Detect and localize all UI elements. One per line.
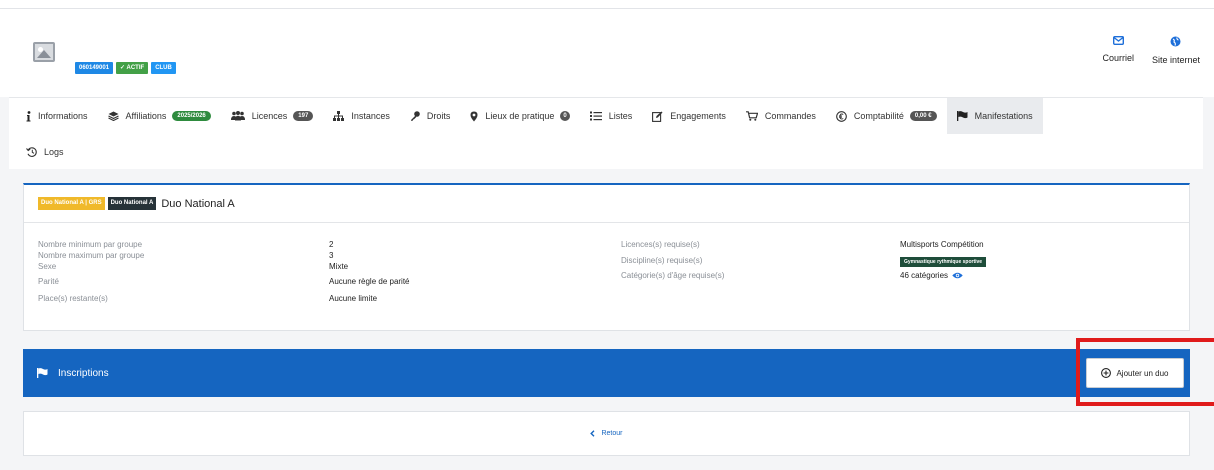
event-card-header: Duo National A | GRS Duo National A Duo … (24, 185, 1189, 223)
tab-engagements[interactable]: Engagements (642, 98, 736, 134)
tab-lieux-de-pratique[interactable]: Lieux de pratique 0 (460, 98, 579, 134)
club-badges: 060149001 ✓ ACTIF CLUB (75, 62, 176, 74)
list-icon (589, 111, 602, 121)
lieux-count-badge: 0 (560, 111, 570, 121)
inscriptions-panel-header: Inscriptions (23, 349, 1190, 397)
club-header: 060149001 ✓ ACTIF CLUB Courriel Site int… (0, 9, 1214, 97)
tab-listes[interactable]: Listes (580, 98, 643, 134)
flag-icon (956, 111, 968, 121)
main-content: Duo National A | GRS Duo National A Duo … (9, 169, 1214, 470)
email-link[interactable]: Courriel (1102, 36, 1134, 65)
history-icon (26, 147, 37, 157)
type-badge: CLUB (151, 62, 176, 74)
add-duo-button-label: Ajouter un duo (1116, 368, 1169, 378)
categories-link[interactable]: 46 catégories (900, 270, 986, 281)
inscriptions-title: Inscriptions (58, 367, 109, 379)
edit-icon (652, 111, 663, 122)
key-icon (410, 111, 420, 121)
layers-icon (107, 111, 119, 121)
globe-icon (1170, 36, 1181, 47)
tab-manifestations[interactable]: Manifestations (946, 98, 1043, 134)
top-strip (0, 0, 1214, 9)
chevron-left-icon (590, 430, 595, 437)
tab-instances[interactable]: Instances (323, 98, 400, 134)
footer-panel: Retour (23, 411, 1190, 456)
licences-count-badge: 197 (293, 111, 314, 121)
club-logo-placeholder-icon (33, 42, 55, 62)
event-level-chip: Duo National A (107, 197, 157, 210)
website-link[interactable]: Site internet (1152, 36, 1200, 65)
affiliations-season-badge: 2025/2026 (172, 111, 211, 121)
requirements-labels: Licences(s) requise(s) Discipline(s) req… (621, 240, 725, 280)
euro-icon (836, 110, 847, 122)
tab-commandes[interactable]: Commandes (736, 98, 826, 134)
flag-icon (37, 368, 48, 378)
plus-circle-icon (1101, 368, 1112, 378)
status-badge: ✓ ACTIF (116, 62, 149, 74)
tab-comptabilite[interactable]: Comptabilité 0,00 € (826, 98, 947, 134)
requirements-values: Multisports Compétition Gymnastique ryth… (900, 239, 987, 281)
users-icon (230, 111, 245, 121)
club-tabs: Informations Affiliations 2025/2026 Lice… (9, 97, 1203, 169)
mail-icon (1112, 36, 1124, 45)
tab-droits[interactable]: Droits (400, 98, 461, 134)
event-category-chip: Duo National A | GRS (38, 197, 105, 210)
licence-value: Multisports Compétition (900, 240, 984, 249)
tab-licences[interactable]: Licences 197 (221, 98, 324, 134)
add-duo-button[interactable]: Ajouter un duo (1086, 358, 1184, 388)
comptabilite-balance-badge: 0,00 € (909, 111, 937, 121)
discipline-badge: Gymnastique rythmique sportive (900, 257, 987, 267)
header-links: Courriel Site internet (1102, 36, 1200, 65)
website-link-label: Site internet (1151, 55, 1200, 65)
map-marker-icon (470, 111, 478, 121)
eye-icon (952, 273, 963, 279)
email-link-label: Courriel (1102, 53, 1134, 63)
event-title: Duo National A (161, 197, 235, 210)
back-link-label: Retour (601, 430, 623, 437)
tab-affiliations[interactable]: Affiliations 2025/2026 (98, 98, 221, 134)
group-rules-labels: Nombre minimum par groupe Nombre maximum… (38, 240, 145, 303)
cart-icon (745, 111, 758, 121)
event-details-card: Duo National A | GRS Duo National A Duo … (23, 183, 1190, 331)
sitemap-icon (333, 111, 345, 121)
back-link[interactable]: Retour (590, 430, 623, 437)
club-number-badge: 060149001 (75, 62, 114, 74)
info-icon (26, 110, 31, 121)
tab-logs[interactable]: Logs (16, 134, 74, 170)
group-rules-values: 2 3 Mixte Aucune règle de parité Aucune … (329, 240, 410, 303)
tab-informations[interactable]: Informations (16, 98, 98, 134)
